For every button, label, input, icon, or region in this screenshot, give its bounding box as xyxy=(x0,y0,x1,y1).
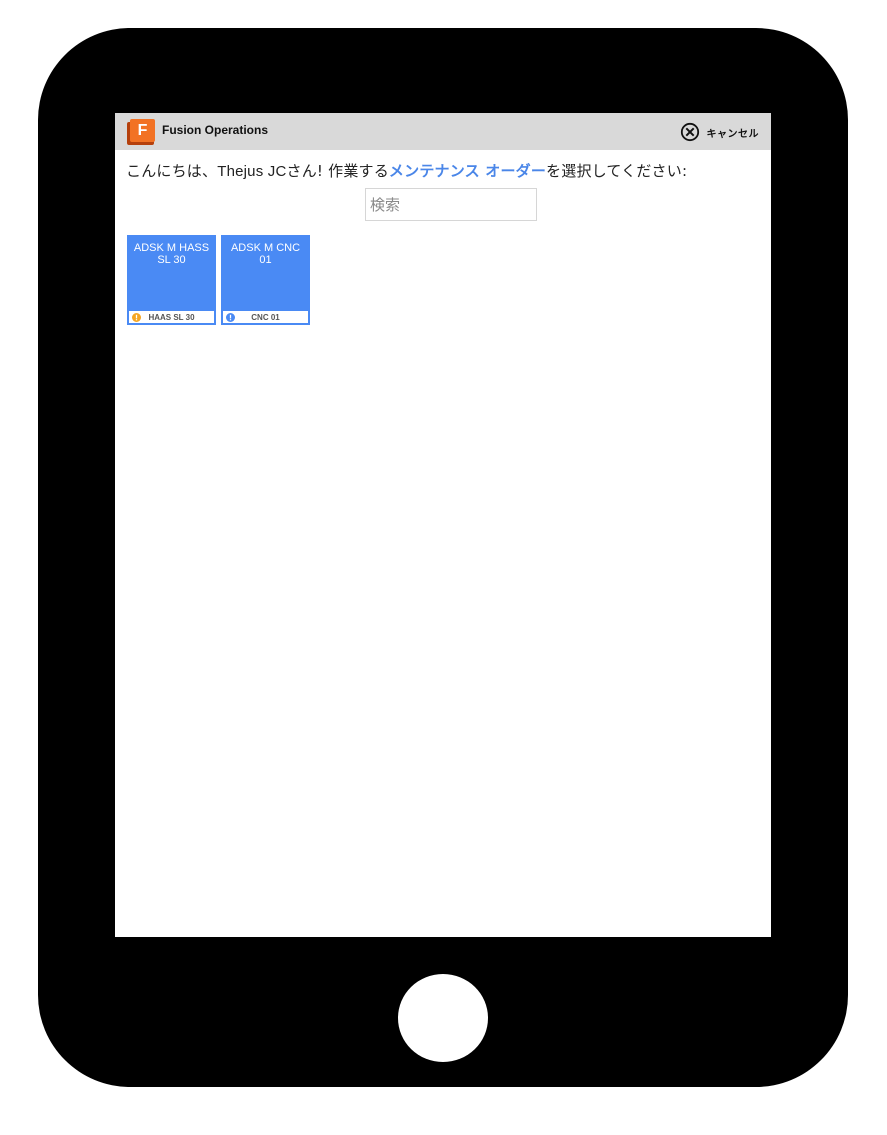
order-tile-footer: HAAS SL 30 xyxy=(129,311,214,323)
cancel-button[interactable]: キャンセル xyxy=(680,121,760,143)
order-tile-code: CNC 01 xyxy=(251,312,280,322)
home-button[interactable] xyxy=(398,974,488,1062)
app-screen: F Fusion Operations キャンセル こんにちは、Thejus J… xyxy=(115,113,771,937)
order-tile-title: ADSK M HASS SL 30 xyxy=(133,242,210,266)
greeting-suffix: を選択してください: xyxy=(546,162,688,180)
greeting-text: こんにちは、Thejus JCさん! 作業するメンテナンス オーダーを選択してく… xyxy=(126,160,687,181)
greeting-middle: さん! 作業する xyxy=(286,162,389,180)
order-tile-code: HAAS SL 30 xyxy=(148,312,195,322)
fusion-logo-icon: F xyxy=(127,119,155,145)
search-input[interactable] xyxy=(365,188,537,221)
order-tile[interactable]: ADSK M CNC 01 CNC 01 xyxy=(221,235,310,325)
cancel-label: キャンセル xyxy=(706,128,759,140)
order-tile-title: ADSK M CNC 01 xyxy=(230,242,301,266)
app-title: Fusion Operations xyxy=(162,123,269,137)
user-name: Thejus JC xyxy=(217,163,287,180)
order-tile-footer: CNC 01 xyxy=(223,311,308,323)
close-circle-icon xyxy=(680,122,699,142)
info-icon xyxy=(226,312,235,322)
warning-icon xyxy=(132,312,141,322)
order-tile[interactable]: ADSK M HASS SL 30 HAAS SL 30 xyxy=(127,235,216,325)
title-bar: F Fusion Operations キャンセル xyxy=(115,113,771,150)
order-type-highlight: メンテナンス オーダー xyxy=(388,162,547,180)
greeting-prefix: こんにちは、 xyxy=(126,162,218,180)
